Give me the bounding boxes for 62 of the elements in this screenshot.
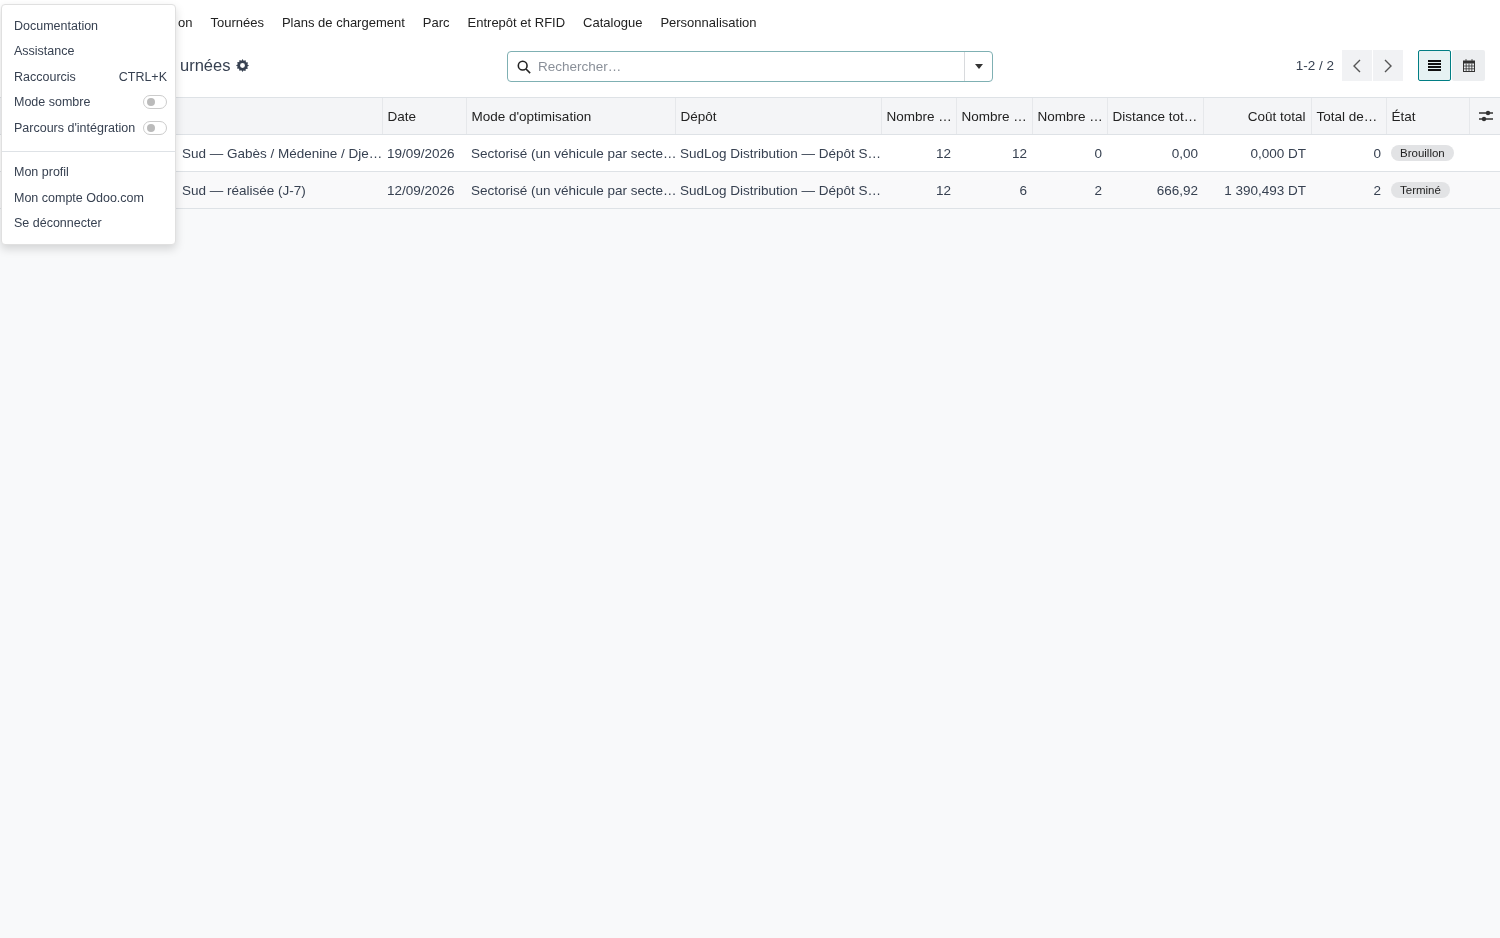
menu-item[interactable]: Se déconnecter: [2, 210, 175, 236]
table-cell: 12/09/2026: [382, 171, 466, 209]
menu-item-label[interactable]: Mode sombre: [14, 95, 91, 110]
chevron-right-icon: [1384, 58, 1392, 73]
menu-item[interactable]: Assistance: [2, 38, 175, 64]
status-badge: Terminé: [1391, 182, 1450, 198]
toggle-switch[interactable]: [143, 95, 167, 110]
menu-item[interactable]: Mon compte Odoo.com: [2, 185, 175, 211]
table-cell: 2: [1311, 171, 1386, 209]
table-cell: 2: [1032, 171, 1107, 209]
column-header[interactable]: Distance tot…: [1107, 97, 1203, 135]
nav-menu-item[interactable]: Parc: [413, 14, 459, 30]
table-cell: 0,000 DT: [1203, 134, 1311, 172]
calendar-view-button[interactable]: [1452, 50, 1485, 81]
table-cell: 0: [1032, 134, 1107, 172]
status-badge: Brouillon: [1391, 145, 1454, 161]
table-cell: 12: [956, 134, 1032, 172]
nav-menu-item[interactable]: Entrepôt et RFID: [458, 14, 575, 30]
keyboard-shortcut: CTRL+K: [118, 69, 167, 84]
menu-item[interactable]: Documentation: [2, 13, 175, 39]
toggle-switch[interactable]: [143, 120, 167, 135]
search-icon: [517, 59, 531, 74]
table-cell: 666,92: [1107, 171, 1203, 209]
table-cell: 19/09/2026: [382, 134, 466, 172]
nav-menu-item[interactable]: Tournées: [201, 14, 273, 30]
chevron-left-icon: [1353, 58, 1361, 73]
menu-item[interactable]: Raccourcis CTRL+K: [2, 64, 175, 90]
pager-value: 1-2 / 2: [1295, 58, 1334, 73]
table-cell: 12: [881, 134, 956, 172]
nav-menu-item[interactable]: Personnalisation: [651, 14, 766, 30]
nav-menu-item[interactable]: Catalogue: [574, 14, 652, 30]
table-cell: 1 390,493 DT: [1203, 171, 1311, 209]
table-cell: SudLog Distribution — Dépôt S…: [675, 134, 881, 172]
menu-item-label[interactable]: Parcours d'intégration: [14, 120, 136, 135]
column-header[interactable]: Coût total: [1203, 97, 1311, 135]
search-input[interactable]: Rechercher…: [538, 52, 964, 81]
column-header[interactable]: Date: [382, 97, 466, 135]
list-icon: [1428, 60, 1441, 71]
table-cell: Sectorisé (un véhicule par secte…: [466, 171, 675, 209]
column-header[interactable]: Dépôt: [675, 97, 881, 135]
search-field[interactable]: Rechercher…: [507, 51, 993, 82]
table-cell: 12: [881, 171, 956, 209]
column-header[interactable]: Mode d'optimisation: [466, 97, 675, 135]
sliders-icon[interactable]: [1478, 110, 1493, 122]
settings-icon[interactable]: [236, 59, 250, 72]
menu-item-label: Raccourcis: [14, 69, 76, 84]
column-header[interactable]: Total de…: [1311, 97, 1386, 135]
table-cell: 6: [956, 171, 1032, 209]
table-cell: 0: [1311, 134, 1386, 172]
caret-icon: [974, 64, 983, 69]
page-title: urnées: [180, 56, 231, 75]
column-header[interactable]: État: [1386, 97, 1469, 135]
list-view-button[interactable]: [1418, 50, 1451, 81]
calendar-icon: [1462, 59, 1475, 72]
column-header[interactable]: Nombre …: [881, 97, 956, 135]
table-cell: Sectorisé (un véhicule par secte…: [466, 134, 675, 172]
column-header[interactable]: Nombre …: [956, 97, 1032, 135]
nav-menu-item[interactable]: on: [178, 14, 202, 30]
column-header[interactable]: Nombre …: [1032, 97, 1107, 135]
table-cell: SudLog Distribution — Dépôt S…: [675, 171, 881, 209]
nav-menu-item[interactable]: Plans de chargement: [272, 14, 414, 30]
table-cell: 0,00: [1107, 134, 1203, 172]
